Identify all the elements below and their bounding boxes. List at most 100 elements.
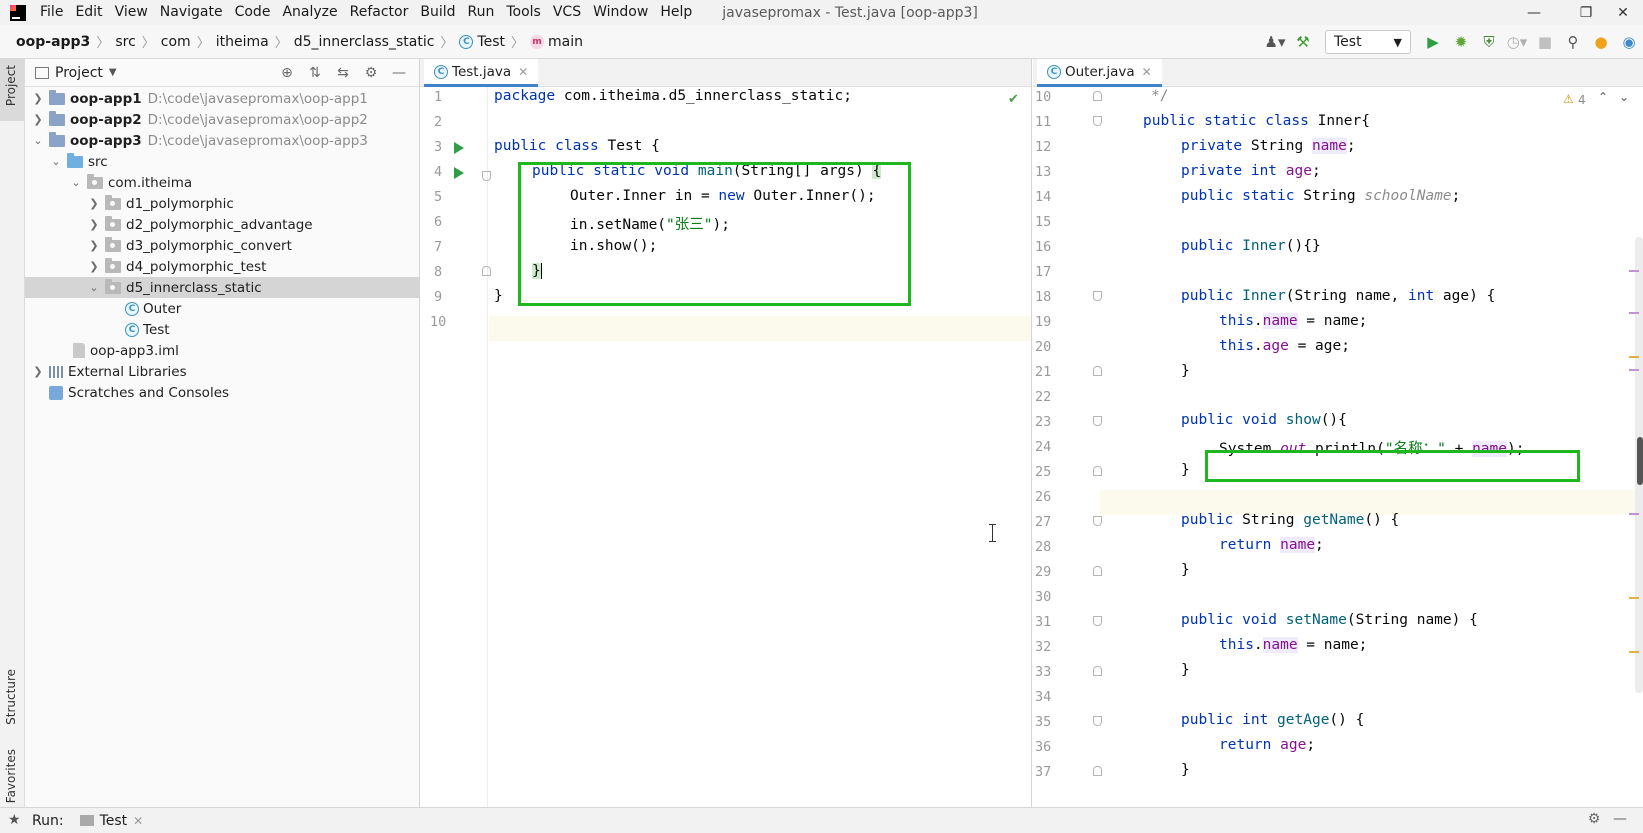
fold-icon[interactable]	[1093, 116, 1102, 126]
menu-edit[interactable]: Edit	[69, 0, 108, 25]
user-icon[interactable]: ♟▾	[1261, 28, 1289, 56]
menu-help[interactable]: Help	[654, 0, 698, 25]
error-stripe-mark[interactable]	[1629, 369, 1639, 371]
menu-window[interactable]: Window	[587, 0, 654, 25]
chevron-down-icon[interactable]: ⌄	[87, 281, 101, 294]
editor-outer-java[interactable]: C Outer.java ✕ 10 11 12 13 14 15 16 17 1…	[1033, 59, 1643, 807]
next-highlight-icon[interactable]: ⌄	[1619, 90, 1629, 104]
expand-all-icon[interactable]: ⇅	[301, 61, 329, 85]
close-icon[interactable]: ✕	[1142, 65, 1152, 79]
menu-analyze[interactable]: Analyze	[276, 0, 343, 25]
fold-icon[interactable]	[1093, 366, 1102, 376]
breadcrumb-itheima[interactable]: itheima	[212, 34, 273, 50]
pin-icon[interactable]: ★	[8, 812, 21, 828]
tree-item-oop-app2[interactable]: ❯ oop-app2 D:\code\javasepromax\oop-app2	[25, 109, 420, 130]
chevron-right-icon[interactable]: ❯	[87, 218, 101, 231]
chevron-down-icon[interactable]: ⌄	[31, 134, 45, 147]
breadcrumb-package[interactable]: d5_innerclass_static	[290, 34, 439, 50]
chevron-down-icon[interactable]: ⌄	[49, 155, 63, 168]
breadcrumb-com[interactable]: com	[157, 34, 195, 50]
breadcrumb-src[interactable]: src	[111, 34, 139, 50]
gear-icon[interactable]: ⚙	[357, 61, 385, 85]
fold-icon[interactable]	[482, 266, 491, 276]
menu-build[interactable]: Build	[414, 0, 461, 25]
debug-icon[interactable]: ✹	[1447, 28, 1475, 56]
plugin-icon[interactable]: ◉	[1615, 28, 1643, 56]
menu-tools[interactable]: Tools	[500, 0, 547, 25]
minimize-icon[interactable]: —	[1511, 0, 1557, 25]
favorites-tool-tab[interactable]: Favorites	[4, 749, 18, 803]
chevron-down-icon[interactable]: ▼	[109, 67, 117, 78]
fold-icon[interactable]	[1093, 466, 1102, 476]
tab-test-java[interactable]: C Test.java ✕	[424, 59, 539, 87]
fold-icon[interactable]	[1093, 616, 1102, 626]
tree-item-external-libraries[interactable]: ❯ External Libraries	[25, 361, 420, 382]
breadcrumb-class[interactable]: C Test	[455, 34, 509, 50]
tree-item-com-itheima[interactable]: ⌄ com.itheima	[25, 172, 420, 193]
chevron-right-icon[interactable]: ❯	[87, 197, 101, 210]
error-stripe-mark[interactable]	[1629, 597, 1639, 599]
build-hammer-icon[interactable]: ⚒	[1289, 28, 1317, 56]
chevron-right-icon[interactable]: ❯	[31, 113, 45, 126]
previous-highlight-icon[interactable]: ⌃	[1598, 90, 1608, 104]
project-tool-tab[interactable]: Project	[4, 65, 18, 106]
run-gutter-icon[interactable]	[454, 142, 464, 154]
structure-tool-tab[interactable]: Structure	[4, 669, 18, 725]
tab-outer-java[interactable]: C Outer.java ✕	[1037, 59, 1162, 87]
locate-icon[interactable]: ⊕	[273, 61, 301, 85]
chevron-down-icon[interactable]: ⌄	[69, 176, 83, 189]
close-icon[interactable]: ✕	[133, 814, 143, 828]
menu-code[interactable]: Code	[229, 0, 277, 25]
chevron-right-icon[interactable]: ❯	[87, 260, 101, 273]
tree-item-test[interactable]: C Test	[25, 319, 420, 340]
search-icon[interactable]: ⚲	[1559, 28, 1587, 56]
close-icon[interactable]: ✕	[1603, 0, 1643, 25]
menu-view[interactable]: View	[109, 0, 154, 25]
close-icon[interactable]: ✕	[518, 65, 528, 79]
fold-icon[interactable]	[1093, 716, 1102, 726]
tree-item-oop-app1[interactable]: ❯ oop-app1 D:\code\javasepromax\oop-app1	[25, 88, 420, 109]
menu-vcs[interactable]: VCS	[547, 0, 587, 25]
hide-icon[interactable]: —	[1607, 811, 1633, 827]
editor-test-java[interactable]: C Test.java ✕ 1 2 3 4 5 6 7 8 9 10 ✔ pac…	[420, 59, 1032, 807]
scrollbar-thumb[interactable]	[1637, 437, 1643, 485]
tree-item-iml[interactable]: oop-app3.iml	[25, 340, 420, 361]
chevron-right-icon[interactable]: ❯	[87, 239, 101, 252]
chevron-right-icon[interactable]: ❯	[31, 92, 45, 105]
stop-icon[interactable]: ■	[1531, 28, 1559, 56]
tree-item-d2[interactable]: ❯ d2_polymorphic_advantage	[25, 214, 420, 235]
menu-run[interactable]: Run	[462, 0, 501, 25]
error-stripe-mark[interactable]	[1629, 270, 1639, 272]
collapse-all-icon[interactable]: ⇆	[329, 61, 357, 85]
error-stripe-mark[interactable]	[1629, 356, 1639, 358]
no-problems-check-icon[interactable]: ✔	[1008, 92, 1019, 107]
fold-icon[interactable]	[1093, 766, 1102, 776]
gear-icon[interactable]: ⚙	[1581, 811, 1607, 827]
menu-navigate[interactable]: Navigate	[154, 0, 229, 25]
hide-icon[interactable]: —	[385, 61, 413, 85]
tree-item-scratches[interactable]: Scratches and Consoles	[25, 382, 420, 403]
run-tab-test[interactable]: Test ✕	[79, 813, 143, 829]
profile-icon[interactable]: ◷▾	[1503, 28, 1531, 56]
fold-icon[interactable]	[482, 171, 491, 181]
run-configuration-select[interactable]: Test ▼	[1325, 30, 1411, 54]
project-title[interactable]: Project	[55, 65, 103, 81]
menu-file[interactable]: File	[34, 0, 69, 25]
tree-item-d3[interactable]: ❯ d3_polymorphic_convert	[25, 235, 420, 256]
warning-icon[interactable]: ⚠	[1563, 92, 1574, 106]
update-icon[interactable]: ●	[1587, 28, 1615, 56]
tree-item-src[interactable]: ⌄ src	[25, 151, 420, 172]
tree-item-d5[interactable]: ⌄ d5_innerclass_static	[25, 277, 420, 298]
run-icon[interactable]: ▶	[1419, 28, 1447, 56]
coverage-icon[interactable]: ⛨	[1475, 28, 1503, 56]
tree-item-d1[interactable]: ❯ d1_polymorphic	[25, 193, 420, 214]
tree-item-d4[interactable]: ❯ d4_polymorphic_test	[25, 256, 420, 277]
fold-icon[interactable]	[1093, 516, 1102, 526]
run-gutter-icon[interactable]	[454, 167, 464, 179]
chevron-right-icon[interactable]: ❯	[31, 365, 45, 378]
fold-icon[interactable]	[1093, 566, 1102, 576]
breadcrumb-project[interactable]: oop-app3	[12, 34, 94, 50]
fold-icon[interactable]	[1093, 666, 1102, 676]
menu-refactor[interactable]: Refactor	[344, 0, 415, 25]
tree-item-outer[interactable]: C Outer	[25, 298, 420, 319]
